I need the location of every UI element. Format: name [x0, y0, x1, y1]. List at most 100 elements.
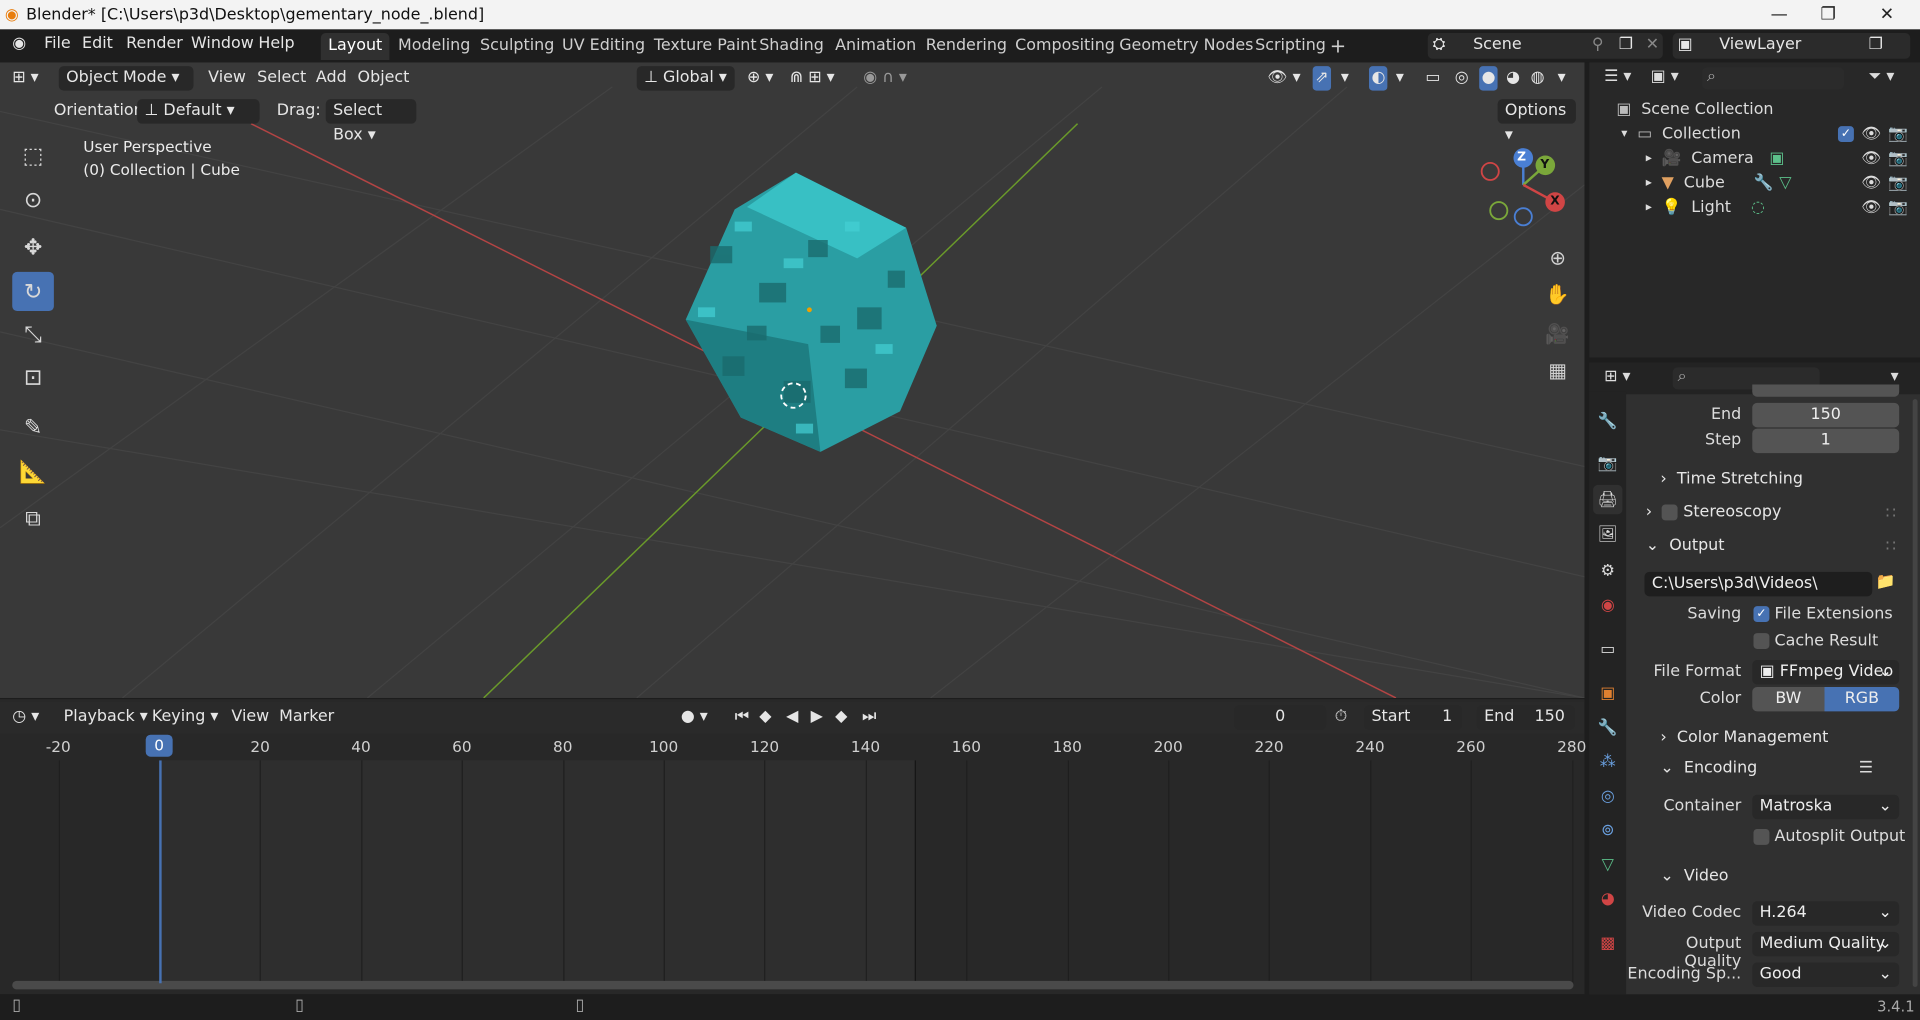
color-bw-button[interactable]: BW — [1752, 686, 1825, 712]
outliner-row-light[interactable]: ▸ 💡 Light ◌ 👁 📷 — [1589, 195, 1920, 219]
measure-tool[interactable]: 📐 — [12, 452, 54, 491]
encoding-presets-icon[interactable]: ☰ — [1859, 759, 1873, 777]
data-tab-icon[interactable]: ▽ — [1593, 850, 1622, 879]
current-frame-field[interactable]: 0 — [1234, 705, 1327, 730]
color-rgb-button[interactable]: RGB — [1824, 686, 1900, 712]
render-camera-icon[interactable]: 📷 — [1888, 198, 1908, 216]
view-layer-tab-icon[interactable]: 🖼 — [1593, 519, 1622, 548]
tab-texture-paint[interactable]: Texture Paint — [647, 33, 764, 60]
xray-icon[interactable]: ▭ — [1425, 66, 1440, 90]
start-frame-field[interactable]: Start 1 — [1364, 705, 1463, 730]
time-stretching-panel[interactable]: › Time Stretching — [1660, 470, 1803, 488]
timeline-menu-view[interactable]: View — [231, 705, 269, 729]
zoom-icon[interactable]: ⊕ — [1540, 240, 1574, 274]
render-camera-icon[interactable]: 📷 — [1888, 149, 1908, 167]
outliner-row-scene-collection[interactable]: ▣ Scene Collection — [1589, 97, 1920, 121]
wireframe-shading-icon[interactable]: ◎ — [1455, 66, 1469, 90]
tab-uv-editing[interactable]: UV Editing — [555, 33, 653, 60]
scene-tab-icon[interactable]: ⚙ — [1593, 556, 1622, 585]
menu-help[interactable]: Help — [258, 34, 294, 52]
shading-dropdown-icon[interactable]: ▾ — [1558, 66, 1566, 90]
file-format-dropdown[interactable]: ▣ FFmpeg Video ⌄ — [1752, 660, 1900, 685]
collection-checkbox[interactable]: ✓ — [1837, 124, 1854, 142]
visibility-icon[interactable]: 👁 ▾ — [1267, 66, 1300, 90]
outliner-row-collection[interactable]: ▾ ▭ Collection ✓ 👁 📷 — [1589, 121, 1920, 145]
timeline-scrollbar[interactable] — [12, 980, 1574, 990]
pan-hand-icon[interactable]: ✋ — [1540, 277, 1574, 311]
camera-view-icon[interactable]: 🎥 — [1540, 316, 1574, 350]
properties-editor-type-icon[interactable]: ⊞ ▾ — [1604, 367, 1630, 385]
options-dropdown[interactable]: Options ▾ — [1497, 99, 1576, 144]
tab-rendering[interactable]: Rendering — [918, 33, 1014, 60]
blender-menu-icon[interactable]: ◉ — [12, 34, 26, 52]
add-workspace-icon[interactable]: + — [1322, 33, 1353, 60]
texture-tab-icon[interactable]: ▩ — [1593, 928, 1622, 957]
timeline-editor-type-icon[interactable]: ◷ ▾ — [12, 705, 39, 729]
maximize-button[interactable]: ❐ — [1800, 0, 1856, 29]
menu-edit[interactable]: Edit — [82, 34, 113, 52]
object-tab-icon[interactable]: ▣ — [1593, 678, 1622, 707]
outliner-row-cube[interactable]: ▸ ▼ Cube 🔧 ▽ 👁 📷 — [1589, 170, 1920, 194]
eye-icon[interactable]: 👁 — [1861, 198, 1881, 216]
overlay-dropdown-icon[interactable]: ▾ — [1396, 66, 1404, 90]
stereoscopy-panel[interactable]: › Stereoscopy — [1646, 503, 1782, 521]
output-path-input[interactable]: C:\Users\p3d\Videos\ — [1644, 571, 1873, 597]
render-camera-icon[interactable]: 📷 — [1888, 124, 1908, 142]
video-panel[interactable]: ⌄ Video — [1660, 867, 1728, 885]
autosplit-output-option[interactable]: Autosplit Output — [1753, 828, 1905, 846]
solid-shading-icon[interactable]: ● — [1479, 66, 1498, 91]
folder-icon[interactable]: 📁 — [1876, 573, 1896, 591]
rotate-tool[interactable]: ↻ — [12, 271, 54, 312]
material-shading-icon[interactable]: ◕ — [1506, 66, 1520, 90]
scale-tool[interactable]: ⤡ — [12, 315, 54, 354]
properties-editor[interactable]: ⊞ ▾ ⌕ ▾ 🔧 📷 🖨 🖼 ⚙ ◉ ▭ ▣ 🔧 ⁂ ◎ ⊚ ▽ ◕ ▩ En… — [1589, 362, 1920, 995]
menu-file[interactable]: File — [44, 34, 71, 52]
drag-dropdown[interactable]: Select Box ▾ — [325, 99, 417, 144]
orientation-dropdown[interactable]: ⊥ Default ▾ — [137, 99, 260, 124]
transform-orientation-dropdown[interactable]: ⊥ Global ▾ — [636, 66, 735, 91]
stereoscopy-checkbox[interactable] — [1662, 504, 1679, 521]
tab-geometry-nodes[interactable]: Geometry Nodes — [1112, 33, 1261, 60]
add-cube-tool[interactable]: ⧉ — [12, 498, 54, 537]
new-view-layer-icon[interactable]: ❐ — [1869, 36, 1883, 54]
minimize-button[interactable]: — — [1751, 0, 1807, 29]
file-extensions-checkbox[interactable]: ✓ — [1753, 606, 1770, 623]
jump-keyframe-back-icon[interactable]: ◆ — [759, 705, 771, 729]
drag-handle-icon[interactable]: ∷ — [1886, 504, 1896, 522]
tab-compositing[interactable]: Compositing — [1008, 33, 1122, 60]
editor-type-icon[interactable]: ⊞ ▾ — [12, 66, 38, 90]
drag-handle-icon[interactable]: ∷ — [1886, 538, 1896, 556]
tab-shading[interactable]: Shading — [752, 33, 831, 60]
tool-tab-icon[interactable]: 🔧 — [1593, 407, 1622, 436]
timeline-menu-playback[interactable]: Playback ▾ — [64, 705, 148, 729]
rendered-shading-icon[interactable]: ◍ — [1531, 66, 1545, 90]
frame-start-field[interactable] — [1752, 384, 1900, 397]
viewport-menu-object[interactable]: Object — [358, 66, 410, 90]
menu-window[interactable]: Window — [191, 34, 254, 52]
pivot-icon[interactable]: ⊕ ▾ — [747, 66, 773, 90]
close-button[interactable]: ✕ — [1859, 0, 1915, 29]
color-management-panel[interactable]: › Color Management — [1660, 729, 1828, 747]
timeline-editor[interactable]: ◷ ▾ Playback ▾ Keying ▾ View Marker ● ▾ … — [0, 699, 1586, 995]
timeline-body[interactable] — [0, 760, 1585, 990]
overlay-toggle-icon[interactable]: ◐ — [1368, 66, 1388, 91]
viewport-menu-view[interactable]: View — [208, 66, 246, 90]
end-frame-field[interactable]: End 150 — [1476, 705, 1575, 730]
tab-animation[interactable]: Animation — [828, 33, 924, 60]
jump-start-icon[interactable]: ⏮ — [735, 705, 749, 729]
frame-step-field[interactable]: 1 — [1752, 428, 1900, 454]
stopwatch-icon[interactable]: ⏱ — [1335, 705, 1347, 729]
play-icon[interactable]: ▶ — [811, 705, 823, 729]
transform-tool[interactable]: ⊡ — [12, 358, 54, 397]
perspective-toggle-icon[interactable]: ▦ — [1540, 353, 1574, 387]
particles-tab-icon[interactable]: ⁂ — [1593, 747, 1622, 776]
expand-arrow-icon[interactable]: ▸ — [1646, 200, 1652, 213]
annotate-tool[interactable]: ✎ — [12, 408, 54, 447]
play-reverse-icon[interactable]: ◀ — [786, 705, 798, 729]
display-mode-icon[interactable]: ▣ ▾ — [1651, 67, 1679, 85]
video-codec-dropdown[interactable]: H.264 ⌄ — [1752, 901, 1900, 926]
gizmo-dropdown-icon[interactable]: ▾ — [1341, 66, 1349, 90]
remove-scene-icon[interactable]: ✕ — [1646, 36, 1659, 54]
cache-result-checkbox[interactable] — [1753, 633, 1770, 649]
eye-icon[interactable]: 👁 — [1861, 149, 1881, 167]
